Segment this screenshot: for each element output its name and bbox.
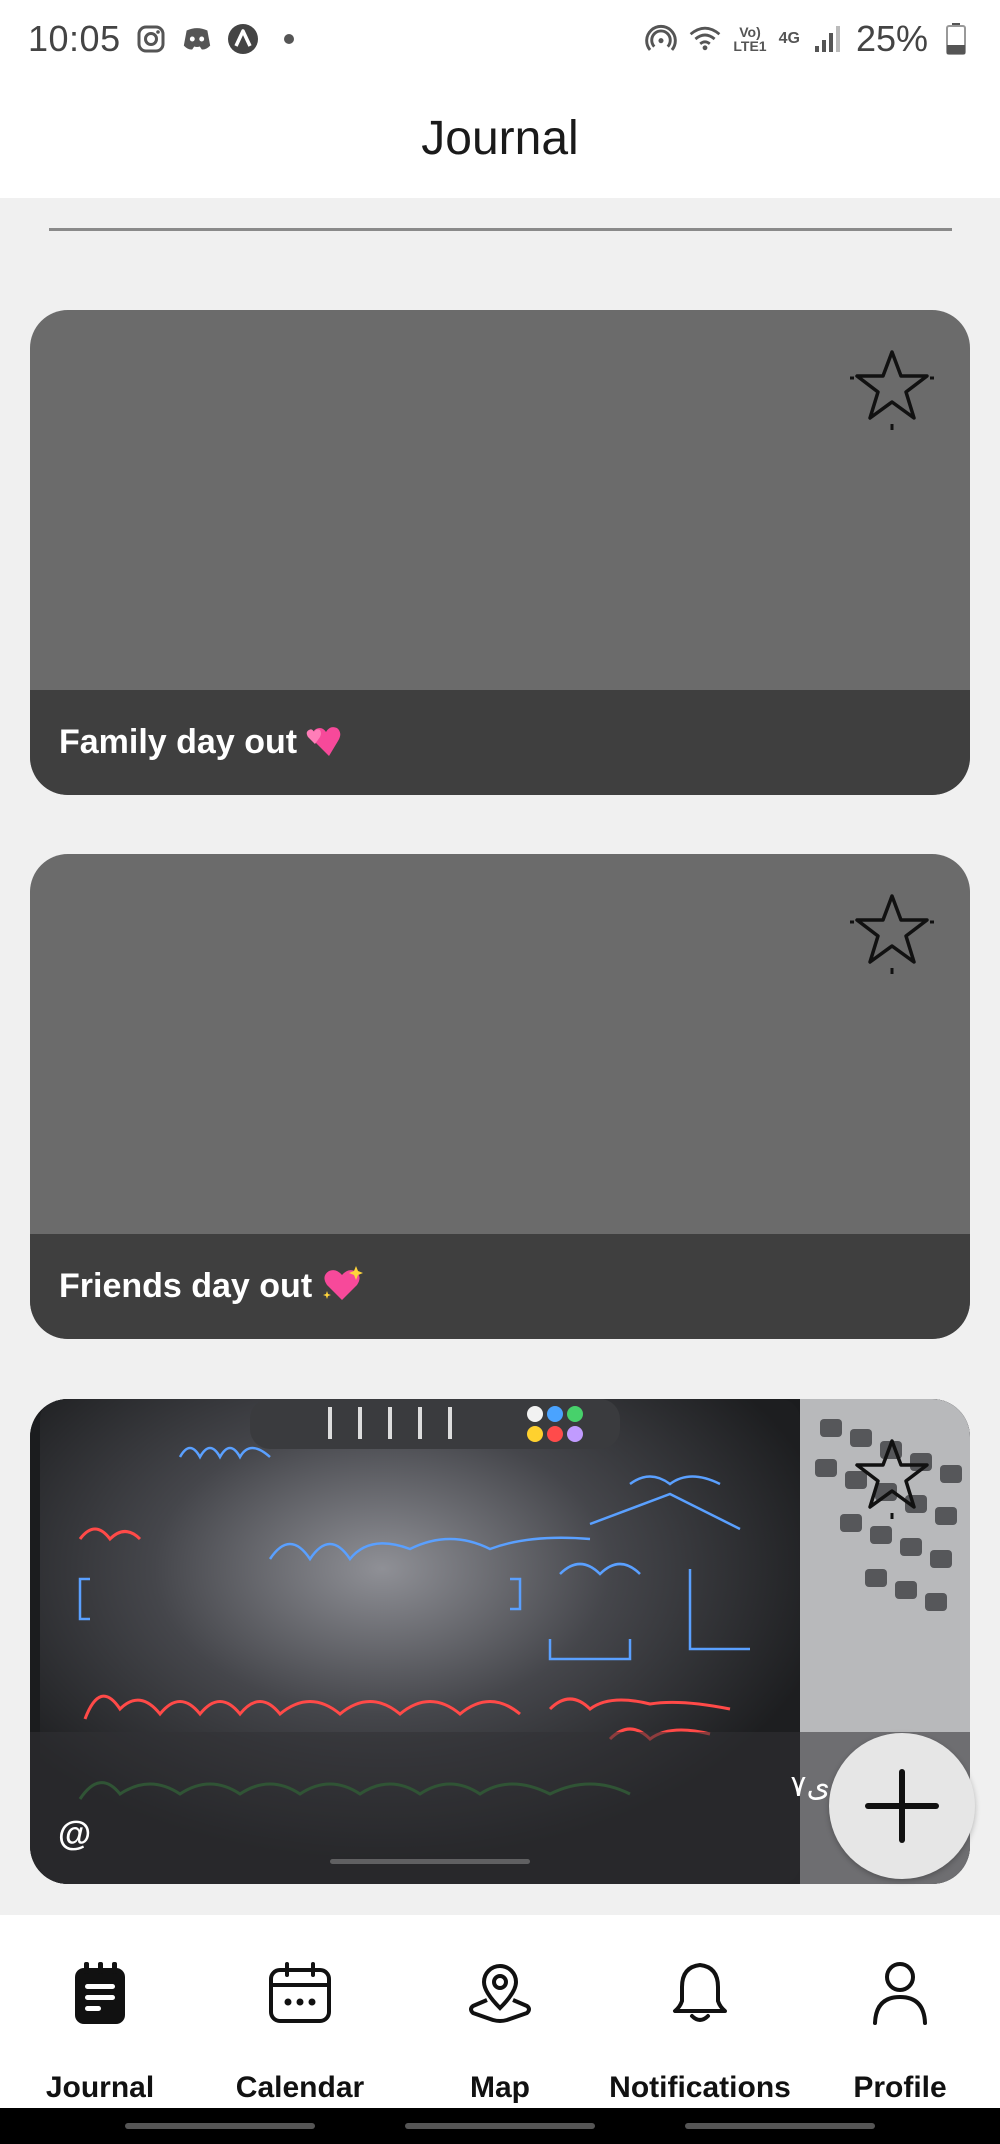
status-time: 10:05 (28, 18, 121, 59)
system-recents-handle[interactable] (125, 2123, 315, 2129)
nav-item-journal[interactable]: Journal (0, 1915, 200, 2108)
network-generation-label: 4G (778, 30, 800, 47)
signal-icon (812, 23, 844, 55)
two-hearts-icon (305, 720, 349, 765)
nav-label: Profile (853, 2071, 947, 2104)
instagram-icon (135, 23, 167, 55)
sparkling-heart-icon (320, 1264, 364, 1309)
nav-label: Notifications (609, 2071, 791, 2104)
bell-icon (664, 1957, 736, 2029)
dot-icon (273, 23, 305, 55)
plus-icon (865, 1769, 939, 1843)
page-title: Journal (421, 111, 579, 165)
header-divider (49, 228, 952, 231)
journal-icon (64, 1957, 136, 2029)
favorite-star-icon[interactable] (844, 1429, 940, 1525)
add-entry-button[interactable] (829, 1733, 975, 1879)
nav-item-profile[interactable]: Profile (800, 1915, 1000, 2108)
entry-title: Friends day out (59, 1267, 313, 1305)
wifi-icon (689, 23, 721, 55)
lte-label: LTE1 (733, 38, 767, 54)
nav-label: Map (470, 2071, 530, 2104)
system-home-handle[interactable] (405, 2123, 595, 2129)
favorite-star-icon[interactable] (844, 340, 940, 436)
discord-icon (181, 23, 213, 55)
battery-percent: 25% (855, 18, 928, 59)
map-pin-icon (464, 1957, 536, 2029)
network-type-label: Vo) LTE1 (733, 25, 766, 53)
favorite-star-icon[interactable] (844, 884, 940, 980)
entry-title: @ (58, 1815, 92, 1853)
hotspot-icon (645, 23, 678, 55)
arc-app-icon (227, 23, 259, 55)
card-footer: Friends day out (30, 1234, 970, 1339)
entry-title: Family day out (59, 723, 298, 761)
system-navigation-bar (0, 2108, 1000, 2144)
app-header: Journal (0, 78, 1000, 198)
nav-item-map[interactable]: Map (400, 1915, 600, 2108)
nav-item-notifications[interactable]: Notifications (600, 1915, 800, 2108)
status-left: 10:05 (28, 18, 305, 60)
profile-icon (864, 1957, 936, 2029)
calendar-icon (264, 1957, 336, 2029)
entry-extra-text: ی٧ (790, 1770, 830, 1803)
nav-item-calendar[interactable]: Calendar (200, 1915, 400, 2108)
volte-label: Vo) (739, 24, 761, 40)
card-footer: Family day out (30, 690, 970, 795)
journal-entry-card[interactable]: Friends day out (30, 854, 970, 1339)
nav-label: Calendar (235, 2071, 365, 2104)
battery-icon (940, 23, 972, 55)
status-right: Vo) LTE1 4G 25% (645, 18, 972, 60)
system-back-handle[interactable] (685, 2123, 875, 2129)
bottom-navigation: Journal Calendar Map Notifications Profi… (0, 1915, 1000, 2108)
status-bar: 10:05 Vo) LTE1 4G 25% (0, 0, 1000, 78)
nav-label: Journal (45, 2071, 155, 2104)
journal-screen: 10:05 Vo) LTE1 4G 25% Journal Family day… (0, 0, 1000, 2144)
journal-entry-card[interactable]: Family day out (30, 310, 970, 795)
